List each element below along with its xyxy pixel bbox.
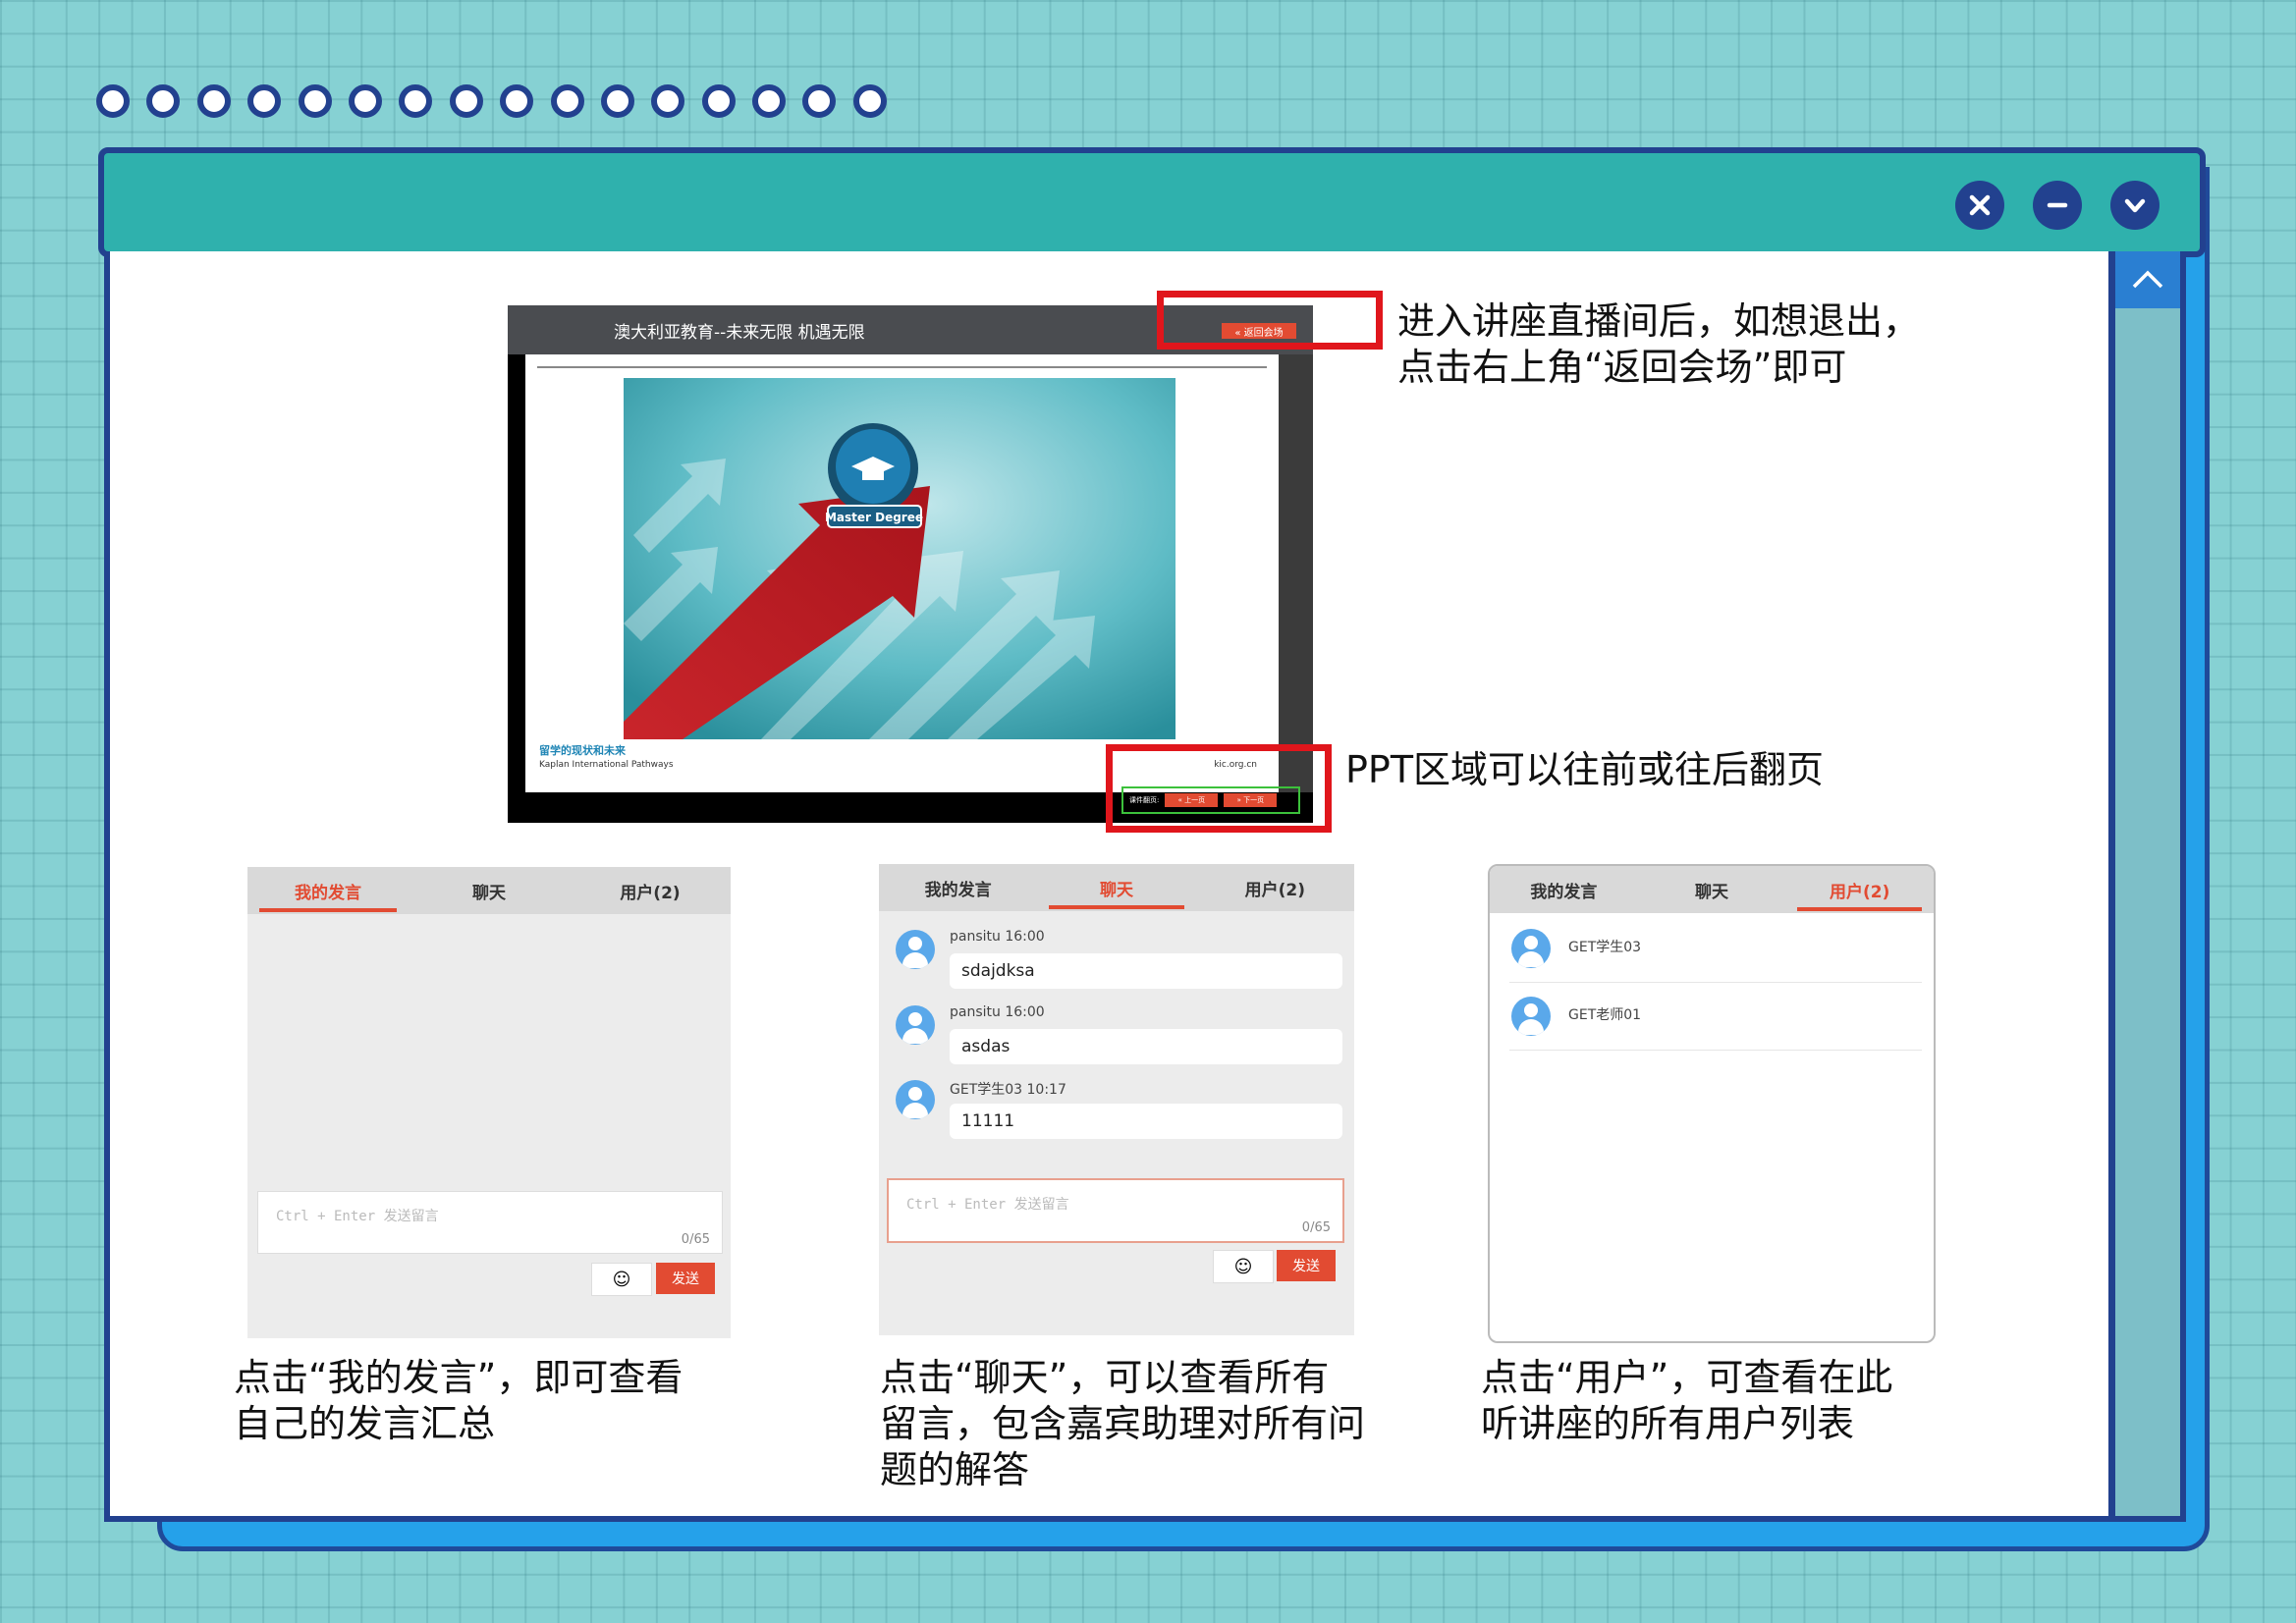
dot: [399, 84, 433, 118]
tab-users[interactable]: 用户(2): [1196, 864, 1354, 911]
dot: [550, 84, 584, 118]
tab-users[interactable]: 用户(2): [570, 867, 731, 914]
emoji-button[interactable]: ☺: [591, 1263, 652, 1296]
user-list-item[interactable]: GET学生03: [1509, 915, 1922, 983]
dot: [298, 84, 332, 118]
slide-image: Master Degree: [624, 378, 1175, 739]
slide-side-bar: [1279, 354, 1313, 792]
scroll-up-button[interactable]: [2115, 251, 2180, 308]
slide-subtitle: 留学的现状和未来: [539, 744, 626, 757]
avatar-icon: [896, 1005, 935, 1045]
avatar-icon: [896, 1080, 935, 1119]
dot: [196, 84, 231, 118]
highlight-pager: [1106, 744, 1332, 833]
user-name: GET老师01: [1568, 1007, 1642, 1023]
tab-chat[interactable]: 聊天: [409, 867, 570, 914]
chevron-up-icon: [2132, 270, 2163, 289]
char-count: 0/65: [681, 1232, 710, 1247]
message-bubble: asdas: [950, 1029, 1342, 1064]
tab-chat[interactable]: 聊天: [1638, 866, 1786, 913]
dot: [852, 84, 887, 118]
panel-chat: 我的发言 聊天 用户(2) pansitu 16:00 sdajdksa pan…: [879, 864, 1354, 1335]
note-my-posts: 点击“我的发言”，即可查看 自己的发言汇总: [234, 1356, 683, 1445]
emoji-button[interactable]: ☺: [1213, 1250, 1274, 1283]
message-input[interactable]: Ctrl + Enter 发送留言 0/65: [887, 1178, 1344, 1243]
note-chat: 点击“聊天”，可以查看所有 留言，包含嘉宾助理对所有问 题的解答: [880, 1356, 1366, 1491]
tab-bar: 我的发言 聊天 用户(2): [1490, 866, 1934, 913]
live-room-title: 澳大利亚教育--未来无限 机遇无限: [614, 323, 865, 343]
avatar-icon: [896, 930, 935, 969]
message-meta: pansitu 16:00: [950, 929, 1045, 945]
tab-my-posts[interactable]: 我的发言: [247, 867, 409, 914]
tab-my-posts[interactable]: 我的发言: [1490, 866, 1638, 913]
send-button[interactable]: 发送: [1277, 1250, 1336, 1281]
scrollbar[interactable]: [2109, 251, 2186, 1522]
user-list-item[interactable]: GET老师01: [1509, 983, 1922, 1051]
panel-my-posts: 我的发言 聊天 用户(2) Ctrl + Enter 发送留言 0/65 ☺ 发…: [247, 867, 731, 1338]
close-button[interactable]: [1955, 181, 2004, 230]
panel-users: 我的发言 聊天 用户(2) GET学生03 GET老师01: [1488, 864, 1936, 1343]
arrows-graphic: Master Degree: [624, 378, 1175, 739]
dot: [96, 84, 130, 118]
message-bubble: sdajdksa: [950, 953, 1342, 989]
dot: [600, 84, 634, 118]
dot: [500, 84, 534, 118]
message-meta: GET学生03 10:17: [950, 1082, 1066, 1098]
expand-button[interactable]: [2110, 181, 2159, 230]
message-input[interactable]: Ctrl + Enter 发送留言 0/65: [257, 1191, 723, 1254]
minimize-icon: [2047, 202, 2068, 208]
char-count: 0/65: [1301, 1220, 1331, 1235]
slide-org: Kaplan International Pathways: [539, 760, 674, 770]
input-placeholder: Ctrl + Enter 发送留言: [906, 1197, 1069, 1213]
user-name: GET学生03: [1568, 940, 1642, 955]
dot: [146, 84, 181, 118]
tab-users[interactable]: 用户(2): [1785, 866, 1934, 913]
minimize-button[interactable]: [2033, 181, 2082, 230]
send-button[interactable]: 发送: [656, 1263, 715, 1294]
dot: [701, 84, 736, 118]
smiley-icon: ☺: [612, 1269, 631, 1290]
decorative-dots: [96, 84, 887, 118]
title-bar: [98, 147, 2206, 257]
close-icon: [1969, 194, 1991, 216]
note-exit: 进入讲座直播间后，如想退出， 点击右上角“返回会场”即可: [1397, 299, 1921, 389]
tab-my-posts[interactable]: 我的发言: [879, 864, 1037, 911]
smiley-icon: ☺: [1233, 1256, 1253, 1277]
avatar-icon: [1511, 929, 1551, 968]
chevron-down-icon: [2124, 198, 2146, 213]
dot: [348, 84, 382, 118]
dot: [247, 84, 282, 118]
message-meta: pansitu 16:00: [950, 1004, 1045, 1020]
dot: [651, 84, 685, 118]
ppt-slide[interactable]: Master Degree 留学的现状和未来 Kaplan Internatio…: [525, 354, 1279, 792]
avatar-icon: [1511, 997, 1551, 1036]
message-bubble: 11111: [950, 1104, 1342, 1139]
dot: [449, 84, 483, 118]
slide-badge-text: Master Degree: [825, 511, 923, 524]
highlight-back-button: [1157, 291, 1383, 350]
tab-bar: 我的发言 聊天 用户(2): [879, 864, 1354, 911]
dot: [752, 84, 787, 118]
slide-rule: [537, 366, 1267, 368]
note-ppt: PPT区域可以往前或往后翻页: [1345, 748, 1825, 791]
input-placeholder: Ctrl + Enter 发送留言: [276, 1209, 439, 1224]
tab-bar: 我的发言 聊天 用户(2): [247, 867, 731, 914]
note-users: 点击“用户”，可查看在此 听讲座的所有用户列表: [1481, 1356, 1893, 1445]
dot: [802, 84, 837, 118]
tab-chat[interactable]: 聊天: [1037, 864, 1195, 911]
